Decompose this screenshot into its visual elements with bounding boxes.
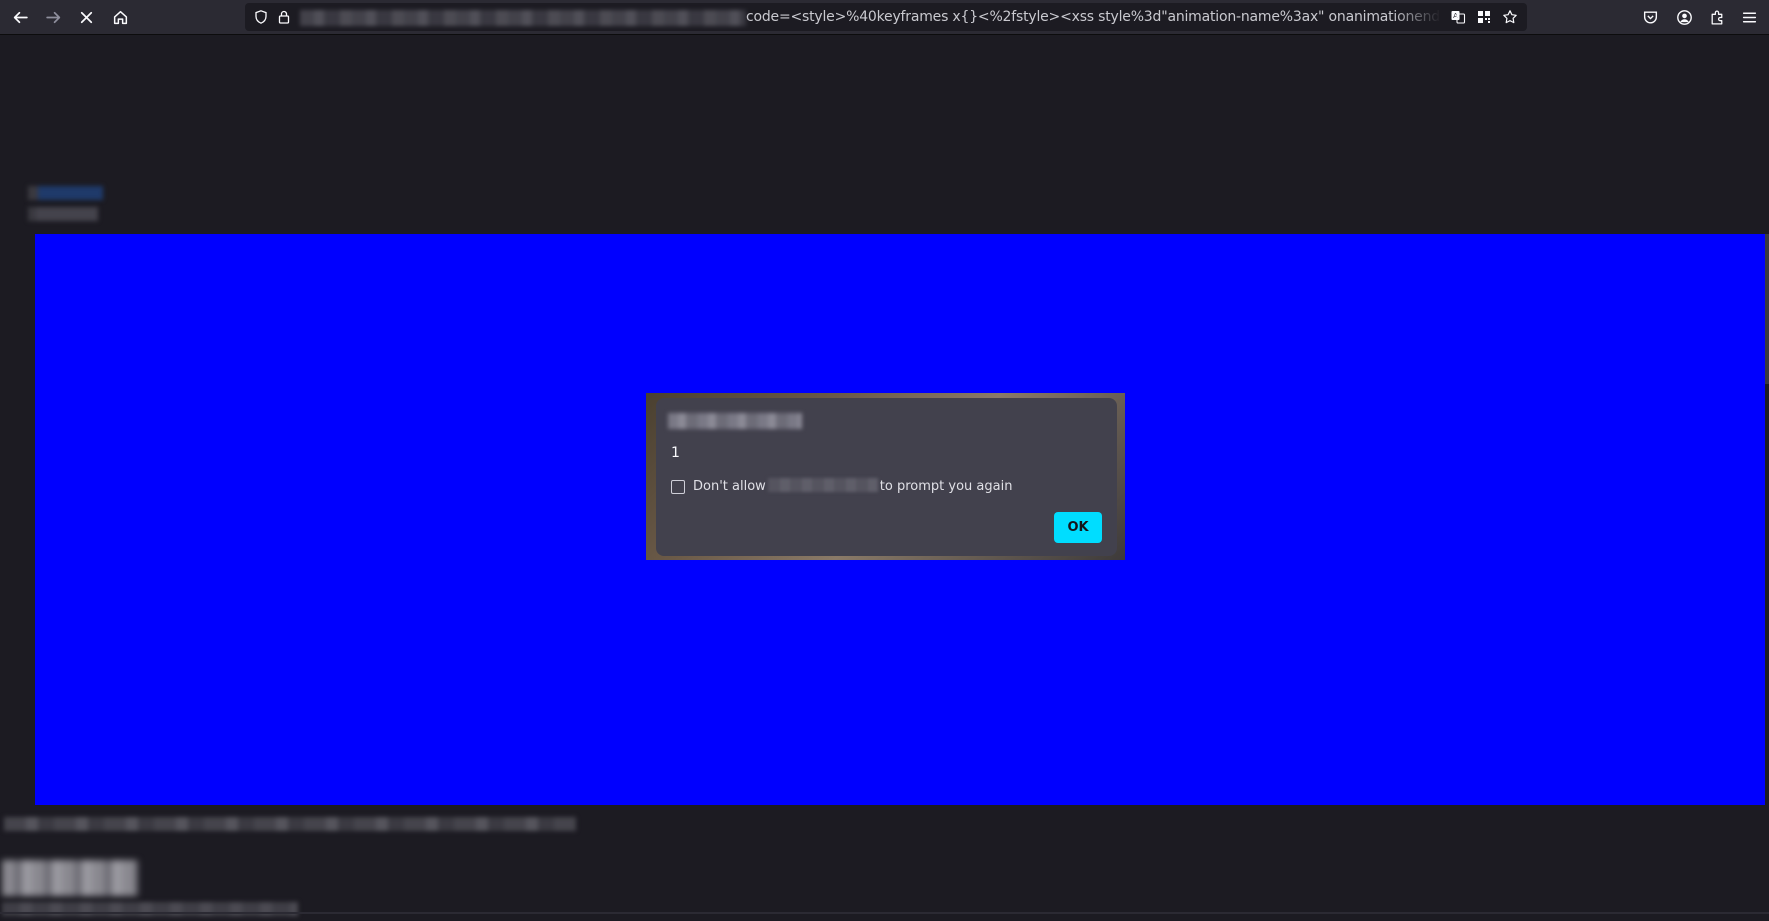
hamburger-menu-icon (1742, 12, 1756, 22)
arrow-left-icon (13, 11, 28, 23)
redacted-text (28, 207, 98, 221)
redacted-site-name (767, 478, 878, 492)
checkbox-label-prefix: Don't allow (693, 479, 766, 494)
scrollbar[interactable] (1765, 234, 1769, 384)
qr-code-icon[interactable] (1475, 8, 1493, 26)
url-bar[interactable]: code=<style>%40keyframes x{}<%2fstyle><x… (245, 3, 1527, 31)
dont-allow-checkbox[interactable] (671, 480, 685, 494)
ok-button[interactable]: OK (1054, 512, 1102, 543)
dialog-message: 1 (671, 445, 680, 461)
redacted-text-line (4, 817, 576, 831)
star-icon[interactable] (1501, 8, 1519, 26)
close-x-icon (80, 11, 92, 23)
arrow-right-icon (45, 11, 60, 23)
shield-icon[interactable] (252, 8, 270, 26)
url-redacted-host (300, 10, 746, 26)
home-icon (113, 10, 127, 24)
browser-toolbar: code=<style>%40keyframes x{}<%2fstyle><x… (0, 0, 1769, 35)
menu-button[interactable] (1735, 3, 1763, 31)
puzzle-icon (1711, 10, 1722, 25)
home-button[interactable] (106, 3, 134, 31)
lock-icon[interactable] (275, 8, 293, 26)
redacted-heading (2, 860, 138, 896)
redacted-link[interactable] (28, 186, 103, 200)
dont-allow-checkbox-label[interactable]: Don't allow to prompt you again (693, 478, 1012, 494)
translate-icon[interactable]: A (1449, 8, 1467, 26)
url-text[interactable]: code=<style>%40keyframes x{}<%2fstyle><x… (746, 3, 1441, 31)
divider (0, 912, 1769, 914)
account-icon (1676, 9, 1692, 25)
checkbox-label-suffix: to prompt you again (879, 479, 1013, 494)
stop-button[interactable] (72, 3, 100, 31)
pocket-button[interactable] (1636, 3, 1664, 31)
account-button[interactable] (1670, 3, 1698, 31)
forward-button[interactable] (39, 3, 67, 31)
extensions-button[interactable] (1703, 3, 1731, 31)
dialog-title-redacted (668, 413, 802, 429)
back-button[interactable] (6, 3, 34, 31)
alert-dialog: 1 Don't allow to prompt you again OK (656, 398, 1117, 556)
pocket-icon (1643, 10, 1657, 23)
